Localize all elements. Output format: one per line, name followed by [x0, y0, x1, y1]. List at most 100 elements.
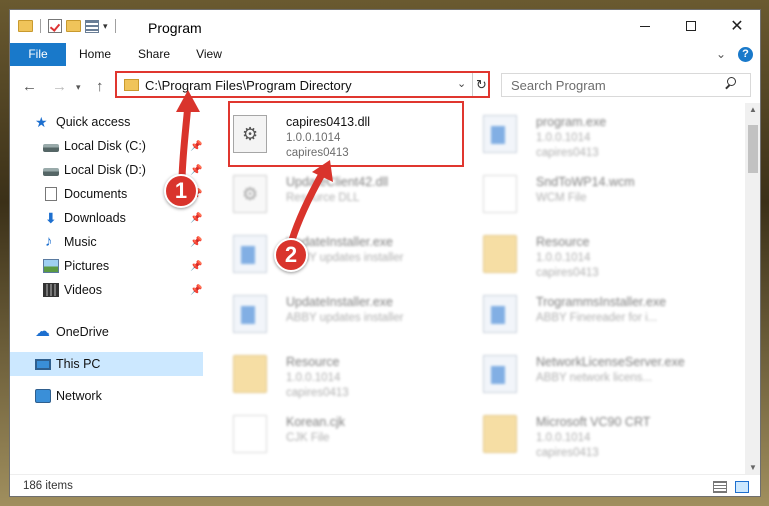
back-arrow-icon[interactable]: ← [22, 78, 37, 95]
file-tile[interactable]: SndToWP14.wcm WCM File [463, 169, 703, 219]
file-name: NetworkLicenseServer.exe [536, 355, 685, 369]
sidebar-item-pictures[interactable]: Pictures 📌 [10, 254, 203, 278]
file-name: Microsoft VC90 CRT [536, 415, 651, 429]
tab-share[interactable]: Share [132, 43, 176, 66]
folder-tile[interactable]: Microsoft VC90 CRT 1.0.0.1014 capires041… [463, 409, 703, 459]
file-name: Resource [536, 235, 590, 249]
pin-icon[interactable]: 📌 [190, 165, 202, 176]
document-file-icon [483, 175, 517, 213]
sidebar-item-label: Local Disk (D:) [64, 163, 146, 177]
sidebar-item-label: Network [56, 389, 102, 403]
sidebar-item-this-pc[interactable]: This PC [10, 352, 203, 376]
recent-locations-icon[interactable]: ▾ [76, 82, 81, 93]
refresh-icon[interactable]: ↻ [472, 73, 490, 96]
help-icon[interactable]: ? [738, 47, 753, 62]
maximize-button[interactable] [668, 10, 714, 42]
exe-file-icon [483, 355, 517, 393]
download-icon: ⬇ [45, 210, 57, 226]
sidebar-item-downloads[interactable]: ⬇ Downloads 📌 [10, 206, 203, 230]
up-arrow-icon[interactable]: ↑ [96, 78, 104, 95]
tab-file[interactable]: File [10, 43, 66, 66]
file-version: 1.0.0.1014 [286, 372, 341, 384]
documents-icon [45, 187, 57, 201]
file-version: 1.0.0.1014 [536, 132, 591, 144]
file-tile[interactable]: TrogrammsInstaller.exe ABBY Finereader f… [463, 289, 703, 339]
folder-icon [18, 20, 33, 32]
callout-1: 1 [164, 174, 198, 208]
search-input[interactable]: Search Program [501, 73, 751, 97]
exe-file-icon [233, 295, 267, 333]
drive-icon [43, 143, 59, 152]
expand-ribbon-icon[interactable]: ⌄ [716, 47, 726, 61]
file-name: SndToWP14.wcm [536, 175, 635, 189]
file-description: WCM File [536, 192, 587, 204]
sidebar-item-onedrive[interactable]: ☁ OneDrive [10, 320, 203, 344]
file-name: program.exe [536, 115, 607, 129]
customize-toolbar-icon[interactable]: ▾ [103, 21, 108, 32]
scroll-down-icon[interactable]: ▼ [749, 463, 757, 472]
address-path[interactable]: C:\Program Files\Program Directory [145, 78, 352, 93]
search-placeholder: Search Program [511, 78, 606, 93]
file-tile[interactable]: UpdateClient42.dll Resource DLL [213, 169, 453, 219]
sidebar-item-network[interactable]: Network [10, 384, 203, 408]
file-description: Resource DLL [286, 192, 360, 204]
properties-icon[interactable] [48, 19, 62, 33]
scrollbar-thumb[interactable] [748, 125, 758, 173]
maximize-icon [686, 21, 696, 31]
view-options-icon[interactable] [85, 19, 99, 33]
search-icon[interactable] [724, 77, 737, 90]
file-tile[interactable]: program.exe 1.0.0.1014 capires0413 [463, 109, 703, 159]
network-icon [35, 389, 51, 403]
file-tile[interactable]: NetworkLicenseServer.exe ABBY network li… [463, 349, 703, 399]
file-tile[interactable]: UpdateInstaller.exe ABBY updates install… [213, 289, 453, 339]
large-icons-view-icon[interactable] [735, 481, 749, 493]
navigation-bar: ← → ▾ ↑ C:\Program Files\Program Directo… [10, 66, 760, 103]
ribbon-tabs: File Home Share View ⌄ ? [10, 43, 760, 66]
file-tile[interactable]: Korean.cjk CJK File [213, 409, 453, 459]
computer-icon [35, 358, 51, 370]
highlight-box [228, 101, 464, 167]
file-name: Resource [286, 355, 340, 369]
status-bar: 186 items [10, 474, 760, 496]
pin-icon[interactable]: 📌 [190, 141, 202, 152]
vertical-scrollbar[interactable]: ▲ ▼ [745, 103, 760, 474]
pin-icon[interactable]: 📌 [190, 261, 202, 272]
folder-tile[interactable]: Resource 1.0.0.1014 capires0413 [213, 349, 453, 399]
file-tile[interactable]: UpdateInstaller.exe ABBY updates install… [213, 229, 453, 279]
scroll-up-icon[interactable]: ▲ [749, 105, 757, 114]
sidebar-item-label: Videos [64, 283, 102, 297]
sidebar-item-label: Documents [64, 187, 128, 201]
sidebar-item-label: Music [64, 235, 97, 249]
tab-view[interactable]: View [190, 43, 228, 66]
pin-icon[interactable]: 📌 [190, 237, 202, 248]
file-description: capires0413 [536, 447, 599, 459]
details-view-icon[interactable] [713, 481, 727, 493]
sidebar-item-local-disk-c[interactable]: Local Disk (C:) 📌 [10, 134, 203, 158]
tab-home[interactable]: Home [74, 43, 116, 66]
sidebar-item-label: Downloads [64, 211, 126, 225]
minimize-button[interactable] [622, 10, 668, 42]
exe-file-icon [483, 115, 517, 153]
close-button[interactable]: ✕ [714, 10, 760, 42]
forward-arrow-icon[interactable]: → [52, 78, 67, 95]
folder-icon [483, 415, 517, 453]
pin-icon[interactable]: 📌 [190, 213, 202, 224]
address-dropdown-icon[interactable]: ⌄ [457, 77, 466, 90]
file-description: capires0413 [286, 387, 349, 399]
file-name: UpdateClient42.dll [286, 175, 389, 189]
folder-icon [233, 355, 267, 393]
address-bar[interactable]: C:\Program Files\Program Directory ⌄ ↻ [115, 71, 490, 98]
file-description: capires0413 [536, 267, 599, 279]
pictures-icon [43, 259, 59, 273]
new-folder-icon[interactable] [66, 20, 81, 32]
file-explorer-window: ▾ Program ✕ File Home Share View ⌄ ? ← →… [9, 9, 761, 497]
file-version: 1.0.0.1014 [536, 252, 591, 264]
sidebar-item-quick-access[interactable]: ★ Quick access [10, 110, 203, 134]
sidebar-item-music[interactable]: ♪ Music 📌 [10, 230, 203, 254]
exe-file-icon [483, 295, 517, 333]
file-name: Korean.cjk [286, 415, 346, 429]
sidebar-item-videos[interactable]: Videos 📌 [10, 278, 203, 302]
folder-tile[interactable]: Resource 1.0.0.1014 capires0413 [463, 229, 703, 279]
pin-icon[interactable]: 📌 [190, 285, 202, 296]
document-file-icon [233, 415, 267, 453]
